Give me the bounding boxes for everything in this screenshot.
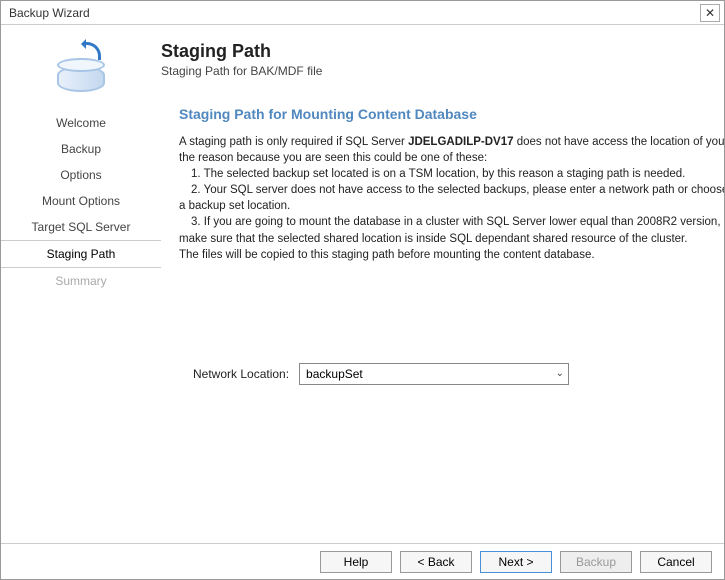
window-title: Backup Wizard bbox=[9, 6, 90, 20]
chevron-down-icon: ⌄ bbox=[556, 368, 564, 379]
step-options[interactable]: Options bbox=[1, 162, 161, 188]
step-mount-options[interactable]: Mount Options bbox=[1, 188, 161, 214]
desc-line1a: A staging path is only required if SQL S… bbox=[179, 136, 408, 148]
step-staging-path[interactable]: Staging Path bbox=[1, 240, 161, 268]
network-location-row: Network Location: backupSet ⌄ bbox=[193, 363, 714, 385]
network-location-select[interactable]: backupSet ⌄ bbox=[299, 363, 569, 385]
desc-line3: The files will be copied to this staging… bbox=[179, 247, 714, 263]
desc-line1b: does not have access the location of you… bbox=[514, 136, 725, 148]
network-location-label: Network Location: bbox=[193, 367, 289, 381]
cancel-button[interactable]: Cancel bbox=[640, 551, 712, 573]
backup-button: Backup bbox=[560, 551, 632, 573]
step-target-sql-server[interactable]: Target SQL Server bbox=[1, 214, 161, 240]
sidebar: Welcome Backup Options Mount Options Tar… bbox=[1, 25, 161, 543]
help-button[interactable]: Help bbox=[320, 551, 392, 573]
close-button[interactable]: ✕ bbox=[700, 4, 720, 22]
desc-line2: the reason because you are seen this cou… bbox=[179, 150, 714, 166]
step-summary[interactable]: Summary bbox=[1, 268, 161, 294]
content: Welcome Backup Options Mount Options Tar… bbox=[1, 25, 724, 543]
server-name: JDELGADILP-DV17 bbox=[408, 136, 513, 148]
close-icon: ✕ bbox=[705, 6, 715, 20]
page-title: Staging Path bbox=[161, 41, 714, 62]
page-subtitle: Staging Path for BAK/MDF file bbox=[161, 64, 714, 78]
backup-wizard-icon bbox=[51, 37, 111, 92]
button-bar: Help < Back Next > Backup Cancel bbox=[1, 543, 724, 579]
step-welcome[interactable]: Welcome bbox=[1, 110, 161, 136]
desc-bullet3b: make sure that the selected shared locat… bbox=[179, 231, 714, 247]
step-list: Welcome Backup Options Mount Options Tar… bbox=[1, 110, 161, 294]
back-button[interactable]: < Back bbox=[400, 551, 472, 573]
next-button[interactable]: Next > bbox=[480, 551, 552, 573]
description-text: A staging path is only required if SQL S… bbox=[179, 134, 714, 263]
desc-bullet1: 1. The selected backup set located is on… bbox=[191, 166, 714, 182]
section-title: Staging Path for Mounting Content Databa… bbox=[179, 106, 714, 122]
desc-bullet3: 3. If you are going to mount the databas… bbox=[191, 214, 714, 230]
titlebar: Backup Wizard ✕ bbox=[1, 1, 724, 25]
desc-bullet2b: a backup set location. bbox=[179, 198, 714, 214]
network-location-value: backupSet bbox=[306, 367, 363, 381]
step-backup[interactable]: Backup bbox=[1, 136, 161, 162]
desc-bullet2: 2. Your SQL server does not have access … bbox=[191, 182, 714, 198]
main-panel: Staging Path Staging Path for BAK/MDF fi… bbox=[161, 25, 724, 543]
